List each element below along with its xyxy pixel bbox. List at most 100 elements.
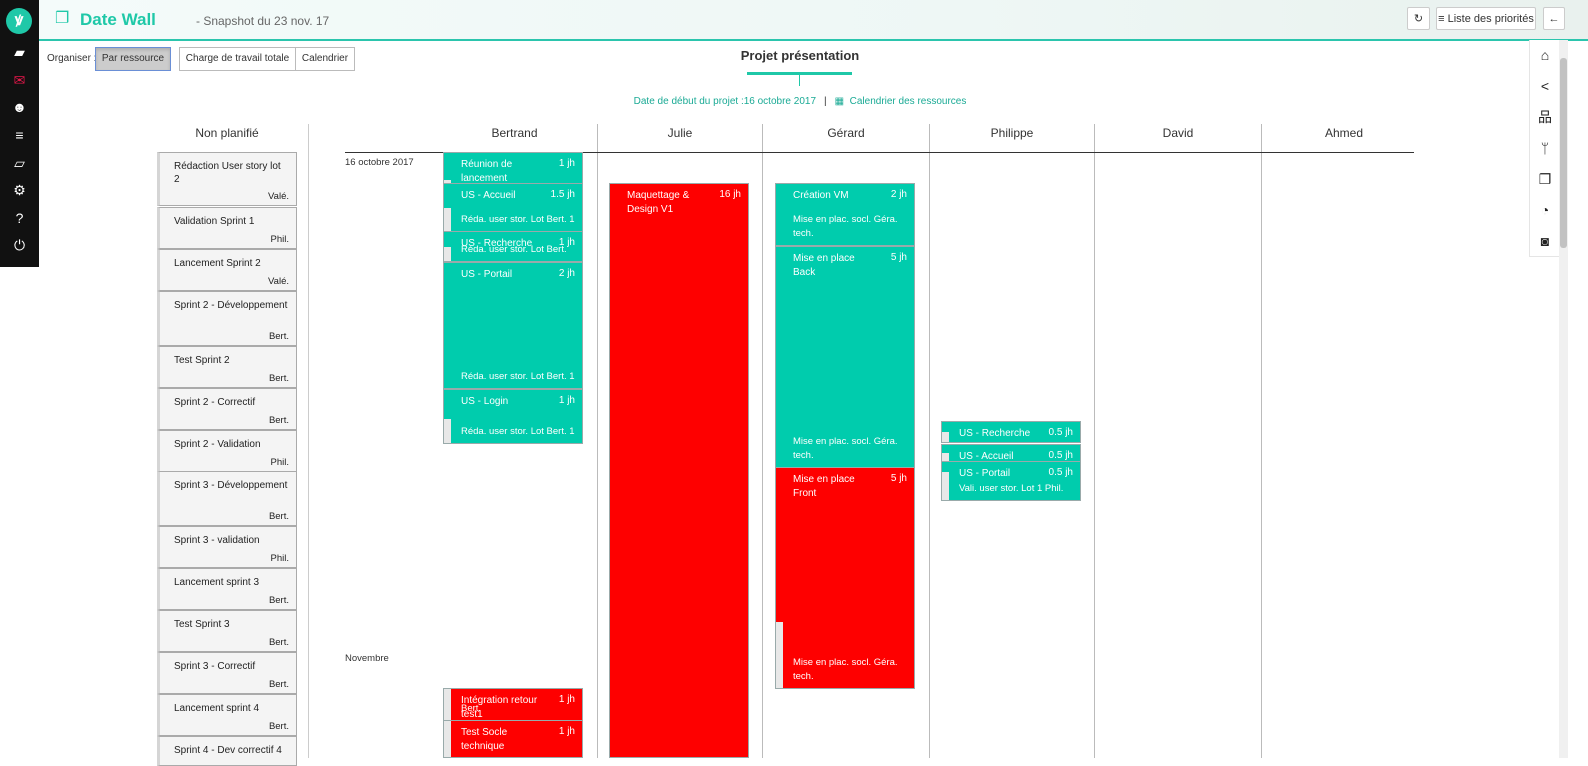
folder-icon[interactable]: ▰ xyxy=(0,39,39,65)
unplanned-card-title: Test Sprint 3 xyxy=(174,619,230,630)
unplanned-card[interactable]: Sprint 2 - Correctif Bert. xyxy=(157,388,297,430)
unplanned-card-title: Rédaction User story lot 2 xyxy=(174,161,281,185)
task-card[interactable]: US - Accueil 1.5 jh Réda. user stor. Lot B… xyxy=(443,183,583,232)
task-card[interactable]: US - Login 1 jh Réda. user stor. Lot Bert.… xyxy=(443,389,583,444)
unplanned-card-title: Lancement Sprint 2 xyxy=(174,258,261,269)
menu-icon[interactable]: ≡ xyxy=(0,122,39,148)
column-separator xyxy=(929,124,930,758)
vertical-scrollbar[interactable] xyxy=(1559,40,1568,758)
column-separator xyxy=(1094,124,1095,758)
task-progress-track xyxy=(776,247,783,467)
right-toolbar: ⌂ < 品 ᛘ ❐ ◔ ◙ xyxy=(1529,40,1560,257)
unplanned-card[interactable]: Sprint 3 - Développement Bert. xyxy=(157,471,297,526)
camera-icon[interactable]: ◙ xyxy=(1530,226,1560,257)
help-icon[interactable]: ? xyxy=(0,205,39,231)
by-resource-button[interactable]: Par ressource xyxy=(95,47,171,71)
share-icon[interactable]: < xyxy=(1530,71,1560,102)
task-card[interactable]: Test Socle technique 1 jh xyxy=(443,720,583,758)
unplanned-card[interactable]: Lancement sprint 4 Bert. xyxy=(157,694,297,736)
unplanned-card-title: Lancement sprint 4 xyxy=(174,703,260,714)
task-card[interactable]: US - Portail 0.5 jh Vali. user stor. Lot 1… xyxy=(941,461,1081,501)
power-icon[interactable]: ⏻ xyxy=(0,232,39,258)
task-name: US - Login xyxy=(461,396,509,407)
unplanned-card-assignee: Valé. xyxy=(268,191,289,202)
task-progress-track xyxy=(610,184,617,757)
users-icon[interactable]: ☻ xyxy=(0,94,39,120)
mail-icon[interactable]: ✉ xyxy=(0,67,39,93)
dashboard-icon[interactable]: ◔ xyxy=(1530,195,1560,226)
copy-icon: ❐ xyxy=(55,10,70,27)
task-progress-track xyxy=(776,468,783,688)
arrow-left-icon: ← xyxy=(1548,13,1560,25)
resources-calendar-link[interactable]: Calendrier des ressources xyxy=(850,96,967,107)
unplanned-card[interactable]: Test Sprint 2 Bert. xyxy=(157,346,297,388)
refresh-button[interactable]: ↻ xyxy=(1407,7,1430,30)
left-nav: ꝟ ▰ ✉ ☻ ≡ ▱ ⚙ ? ⏻ xyxy=(0,0,39,267)
task-card[interactable]: US - Accueil 0.5 jh xyxy=(941,444,1081,462)
task-card[interactable]: Mise en place Back 5 jh Mise en plac. socl… xyxy=(775,246,915,468)
column-header-ahmed: Ahmed xyxy=(1324,126,1364,140)
task-card[interactable]: US - Recherche 1 jh Réda. user stor. Lot B… xyxy=(443,231,583,262)
unplanned-card[interactable]: Lancement Sprint 2 Valé. xyxy=(157,249,297,291)
header-bar: ❐ Date Wall - Snapshot du 23 nov. 17 ↻ ≡… xyxy=(39,0,1588,41)
page-title: Date Wall xyxy=(80,10,156,29)
list-icon: ≡ xyxy=(1438,13,1445,25)
task-card[interactable]: Réunion de lancement 1 jh xyxy=(443,152,583,184)
task-subtitle: Réda. user stor. Lot Bert. 1 xyxy=(461,371,575,382)
task-card[interactable]: Intégration retour test1 1 jh Bert. xyxy=(443,688,583,721)
task-progress-track xyxy=(444,232,451,261)
unplanned-card-title: Lancement sprint 3 xyxy=(174,577,260,588)
task-progress-track xyxy=(942,445,949,461)
task-progress-track xyxy=(444,390,451,443)
project-tick xyxy=(799,75,800,86)
column-separator xyxy=(597,124,598,758)
task-duration: 5 jh xyxy=(890,473,907,484)
settings-icon[interactable]: ⚙ xyxy=(0,177,39,203)
unplanned-card[interactable]: Sprint 2 - Validation Phil. xyxy=(157,430,297,472)
branch-icon[interactable]: ᛘ xyxy=(1530,133,1560,164)
task-name: Réunion de lancement xyxy=(461,159,513,184)
unplanned-card-assignee: Bert. xyxy=(268,415,289,426)
unplanned-card[interactable]: Sprint 3 - Correctif Bert. xyxy=(157,652,297,694)
task-duration: 0.5 jh xyxy=(1048,467,1073,478)
unplanned-card[interactable]: Sprint 2 - Développement Bert. xyxy=(157,291,297,346)
column-header-gerard: Gérard xyxy=(827,126,865,140)
column-header-philippe: Philippe xyxy=(990,126,1034,140)
unplanned-card[interactable]: Rédaction User story lot 2 Valé. xyxy=(157,152,297,206)
unplanned-card[interactable]: Lancement sprint 3 Bert. xyxy=(157,568,297,610)
task-subtitle: Mise en plac. socl. Géra. tech. xyxy=(793,436,898,461)
home-icon[interactable]: ⌂ xyxy=(1530,40,1560,71)
unplanned-card[interactable]: Sprint 3 - validation Phil. xyxy=(157,526,297,568)
task-card[interactable]: Création VM 2 jh Mise en plac. socl. Géra.… xyxy=(775,183,915,246)
map-icon[interactable]: ▱ xyxy=(0,150,39,176)
task-progress-track xyxy=(444,153,451,183)
scrollbar-thumb[interactable] xyxy=(1560,58,1567,248)
copy-icon[interactable]: ❐ xyxy=(1530,164,1560,195)
project-title: Projet présentation xyxy=(740,48,860,63)
back-button[interactable]: ← xyxy=(1543,7,1565,30)
task-progress-fill xyxy=(942,445,949,453)
task-card[interactable]: US - Portail 2 jh Réda. user stor. Lot Ber… xyxy=(443,262,583,389)
task-progress-track xyxy=(942,462,949,500)
task-subtitle: Vali. user stor. Lot 1 Phil. xyxy=(959,483,1064,494)
app-logo[interactable]: ꝟ xyxy=(6,8,32,34)
task-card[interactable]: US - Recherche 0.5 jh xyxy=(941,421,1081,443)
priorities-button[interactable]: ≡ Liste des priorités xyxy=(1436,7,1536,30)
task-name: Test Socle technique xyxy=(461,727,508,752)
calendar-button[interactable]: Calendrier xyxy=(295,47,355,71)
hierarchy-icon[interactable]: 品 xyxy=(1530,102,1560,133)
task-name: US - Portail xyxy=(959,468,1011,479)
unplanned-card[interactable]: Validation Sprint 1 Phil. xyxy=(157,207,297,249)
task-duration: 0.5 jh xyxy=(1048,427,1073,438)
priorities-label: Liste des priorités xyxy=(1447,13,1534,25)
unplanned-card-assignee: Bert. xyxy=(268,595,289,606)
unplanned-card[interactable]: Sprint 4 - Dev correctif 4 xyxy=(157,736,297,766)
task-card[interactable]: Maquettage & Design V1 16 jh xyxy=(609,183,749,758)
date-label: Novembre xyxy=(345,653,389,664)
task-duration: 2 jh xyxy=(890,189,907,200)
task-name: Création VM xyxy=(793,190,849,201)
task-progress-track xyxy=(444,184,451,231)
unplanned-card[interactable]: Test Sprint 3 Bert. xyxy=(157,610,297,652)
task-card[interactable]: Mise en place Front 5 jh Mise en plac. soc… xyxy=(775,467,915,689)
total-workload-button[interactable]: Charge de travail totale xyxy=(179,47,296,71)
